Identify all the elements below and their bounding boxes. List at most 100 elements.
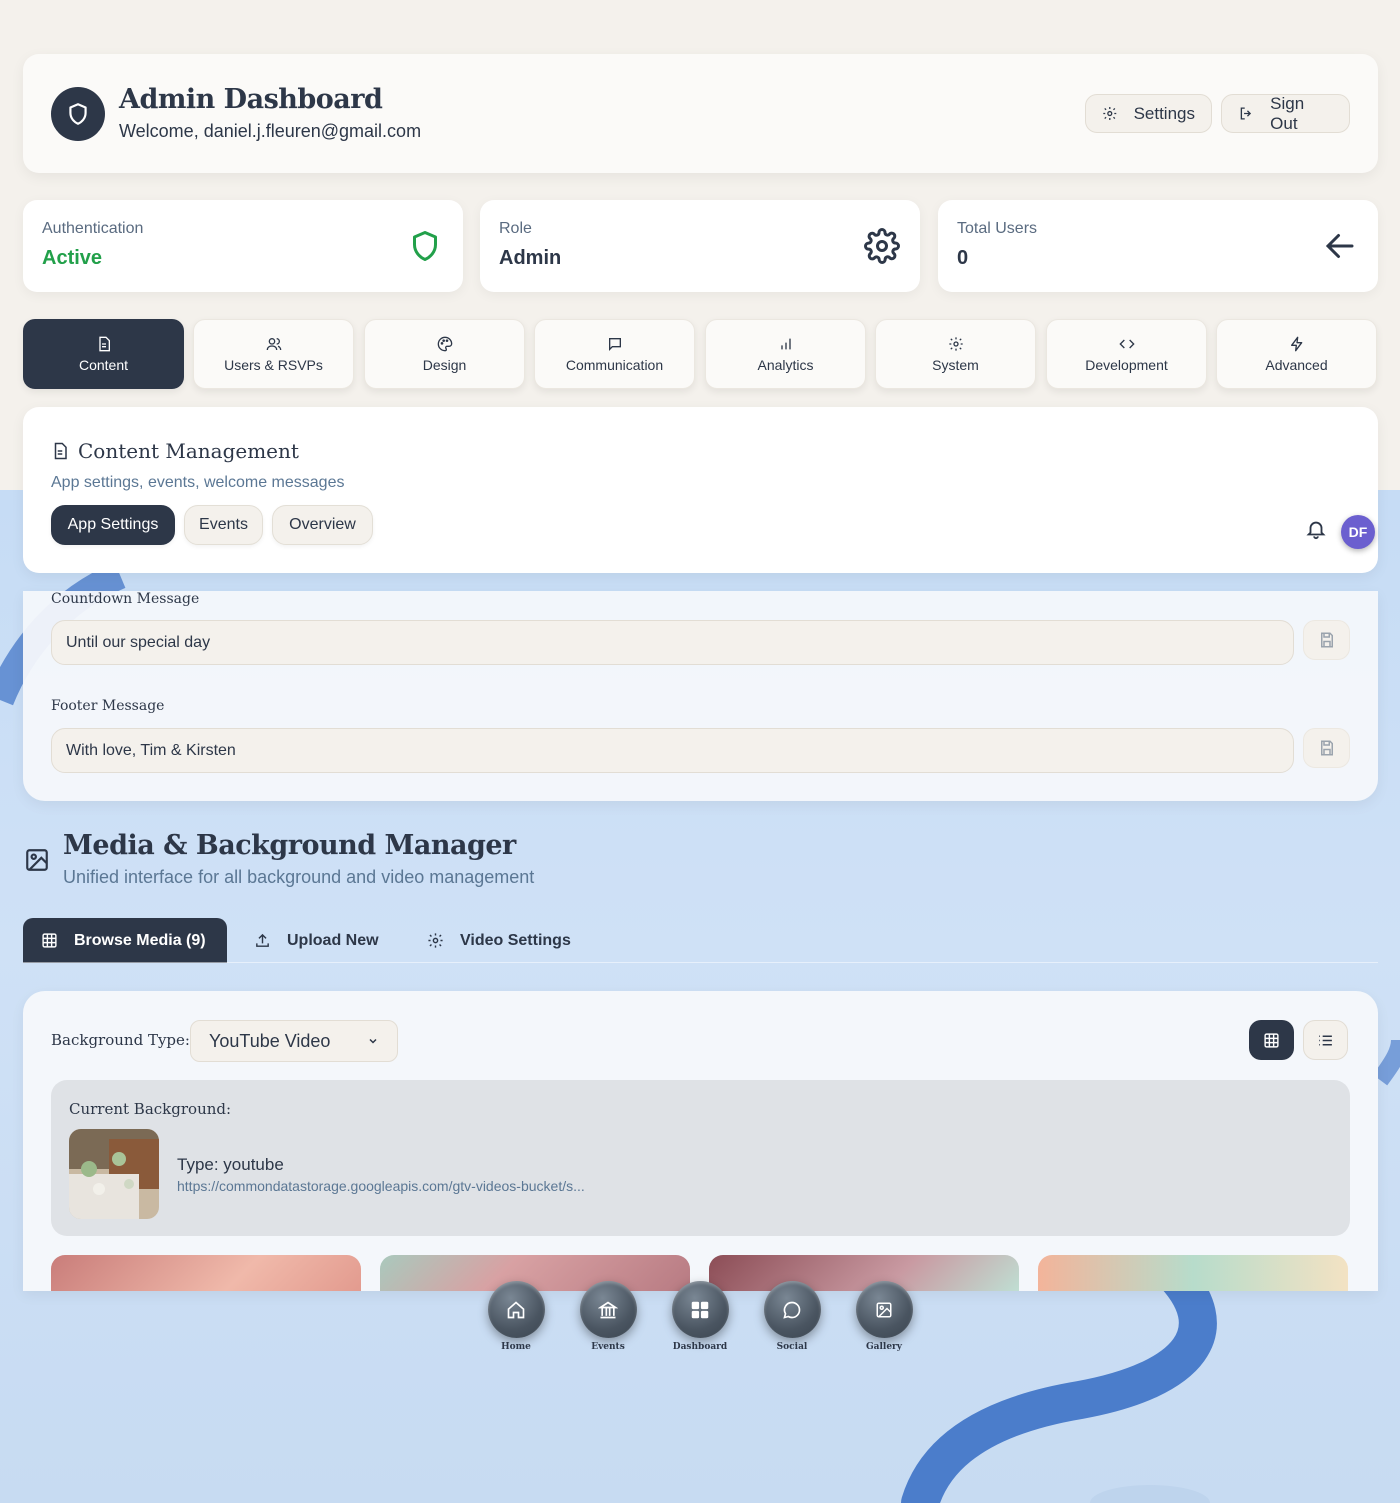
current-background-type: Type: youtube <box>177 1155 284 1174</box>
save-countdown-button[interactable] <box>1303 620 1350 660</box>
content-management-panel: Content Management App settings, events,… <box>23 407 1378 573</box>
stat-value: Admin <box>499 247 562 269</box>
shield-icon <box>51 87 105 141</box>
sign-out-icon <box>1240 107 1252 120</box>
tab-divider <box>23 962 1378 963</box>
document-icon <box>98 336 110 351</box>
arrow-left-icon <box>1325 234 1354 258</box>
document-icon <box>54 442 67 460</box>
image-icon <box>855 1281 913 1338</box>
current-background-url: https://commondatastorage.googleapis.com… <box>177 1178 585 1194</box>
nav-label: Home <box>501 1342 531 1352</box>
message-icon <box>608 337 621 351</box>
sign-out-button[interactable]: Sign Out <box>1221 94 1350 133</box>
media-thumbnail[interactable] <box>51 1255 361 1291</box>
current-background-thumbnail <box>69 1129 159 1219</box>
background-type-select[interactable]: YouTube Video <box>190 1020 398 1062</box>
upload-icon <box>256 933 269 947</box>
code-icon <box>1118 339 1135 348</box>
background-type-label: Background Type: <box>51 1031 190 1049</box>
media-browser-panel: Background Type: YouTube Video Current B… <box>23 991 1378 1291</box>
chat-bubble-icon <box>763 1281 821 1338</box>
countdown-message-field[interactable]: Until our special day <box>51 620 1294 665</box>
tab-label: Analytics <box>757 356 814 373</box>
image-icon <box>26 849 48 871</box>
tab-browse-media[interactable]: Browse Media (9) <box>23 918 227 963</box>
shield-icon <box>413 231 437 261</box>
stat-card-authentication: Authentication Active <box>23 200 463 292</box>
nav-label: Dashboard <box>672 1342 728 1352</box>
nav-label: Events <box>591 1342 625 1352</box>
nav-label: Gallery <box>865 1342 903 1352</box>
footer-label: Footer Message <box>51 698 165 714</box>
grid-icon <box>42 933 57 948</box>
stat-card-total-users: Total Users 0 <box>938 200 1378 292</box>
admin-header: Admin Dashboard Welcome, daniel.j.fleure… <box>23 54 1378 173</box>
tab-label: System <box>932 356 979 373</box>
save-icon <box>1320 632 1333 648</box>
tab-analytics[interactable]: Analytics <box>705 319 866 389</box>
building-icon <box>579 1281 637 1338</box>
stat-value: 0 <box>957 247 969 269</box>
welcome-text: Welcome, daniel.j.fleuren@gmail.com <box>119 121 422 141</box>
nav-social[interactable]: Social <box>752 1281 832 1352</box>
footer-message-field[interactable]: With love, Tim & Kirsten <box>51 728 1294 773</box>
bar-chart-icon <box>780 338 791 349</box>
section-subtitle: App settings, events, welcome messages <box>51 474 345 491</box>
gear-icon <box>948 336 963 351</box>
tab-upload-new[interactable]: Upload New <box>236 918 397 963</box>
subtab-overview[interactable]: Overview <box>272 505 373 545</box>
grid-view-button[interactable] <box>1249 1020 1294 1060</box>
nav-home[interactable]: Home <box>476 1281 556 1352</box>
media-manager-subtitle: Unified interface for all background and… <box>63 867 535 887</box>
nav-events[interactable]: Events <box>568 1281 648 1352</box>
select-value: YouTube Video <box>209 1030 331 1051</box>
tab-system[interactable]: System <box>875 319 1036 389</box>
avatar[interactable]: DF <box>1341 515 1375 549</box>
users-icon <box>266 337 281 350</box>
settings-label: Settings <box>1133 103 1195 123</box>
nav-dashboard[interactable]: Dashboard <box>660 1281 740 1352</box>
bell-icon[interactable] <box>1305 518 1327 540</box>
stat-value: Active <box>42 247 103 269</box>
tab-video-settings[interactable]: Video Settings <box>409 918 589 963</box>
chevron-down-icon <box>369 1038 377 1044</box>
tab-label: Users & RSVPs <box>224 356 323 373</box>
media-manager-title: Media & Background Manager <box>63 830 516 861</box>
tab-users-rsvps[interactable]: Users & RSVPs <box>193 319 354 389</box>
nav-label: Social <box>776 1342 808 1352</box>
tab-label: Communication <box>565 356 664 373</box>
stat-label: Role <box>499 220 532 237</box>
tab-label: Advanced <box>1265 356 1328 373</box>
dashboard-grid-icon <box>671 1281 729 1338</box>
gear-icon <box>864 228 900 264</box>
tab-label: Browse Media (9) <box>74 931 206 949</box>
tab-content[interactable]: Content <box>23 319 184 389</box>
subtab-app-settings[interactable]: App Settings <box>51 505 175 545</box>
media-thumbnail[interactable] <box>1038 1255 1348 1291</box>
subtab-events[interactable]: Events <box>184 505 263 545</box>
gear-icon <box>428 933 443 948</box>
tab-communication[interactable]: Communication <box>534 319 695 389</box>
tab-advanced[interactable]: Advanced <box>1216 319 1377 389</box>
lightning-icon <box>1290 336 1302 351</box>
save-footer-button[interactable] <box>1303 728 1350 768</box>
page-title: Admin Dashboard <box>119 84 383 115</box>
tab-design[interactable]: Design <box>364 319 525 389</box>
tab-label: Upload New <box>287 931 379 949</box>
settings-button[interactable]: Settings <box>1085 94 1212 133</box>
palette-icon <box>437 336 452 351</box>
messages-panel: Countdown Message Until our special day … <box>23 591 1378 801</box>
tab-development[interactable]: Development <box>1046 319 1207 389</box>
stat-card-role: Role Admin <box>480 200 920 292</box>
save-icon <box>1320 740 1333 756</box>
current-background-box: Current Background: Type: youtube https:… <box>51 1080 1350 1236</box>
tab-label: Design <box>422 356 467 373</box>
nav-gallery[interactable]: Gallery <box>844 1281 924 1352</box>
stat-label: Total Users <box>957 220 1038 237</box>
list-view-button[interactable] <box>1303 1020 1348 1060</box>
countdown-label: Countdown Message <box>51 591 200 607</box>
tab-label: Content <box>78 356 129 373</box>
grid-icon <box>1264 1032 1279 1048</box>
current-background-label: Current Background: <box>69 1100 232 1118</box>
